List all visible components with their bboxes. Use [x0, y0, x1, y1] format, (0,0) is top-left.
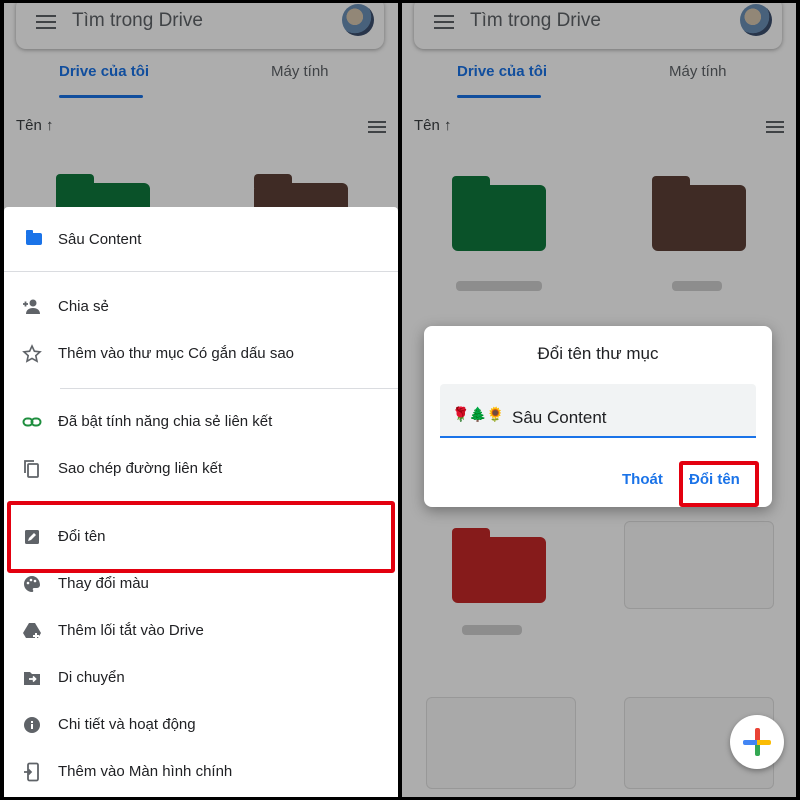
cancel-button[interactable]: Thoát	[622, 471, 663, 488]
menu-item-details[interactable]: Chi tiết và hoạt động	[4, 703, 398, 747]
rename-folder-dialog: Đổi tên thư mục 🌹🌲🌻 Sâu Content Thoát Đổ…	[424, 326, 772, 507]
rename-highlight-box	[7, 501, 395, 573]
add-to-home-icon	[22, 762, 42, 782]
folder-name-input[interactable]: 🌹🌲🌻 Sâu Content	[440, 384, 756, 438]
menu-item-add-home[interactable]: Thêm vào Màn hình chính	[4, 750, 398, 794]
plus-icon-bar	[743, 740, 771, 745]
bottom-sheet-menu: Sâu Content Chia sẻ Thêm vào thư mục Có …	[4, 207, 398, 797]
menu-item-link-sharing[interactable]: Đã bật tính năng chia sẻ liên kết	[4, 400, 398, 444]
sheet-header: Sâu Content	[4, 207, 398, 269]
menu-item-star[interactable]: Thêm vào thư mục Có gắn dấu sao	[4, 332, 398, 376]
move-icon	[22, 668, 42, 688]
divider	[60, 388, 398, 389]
menu-item-label: Đã bật tính năng chia sẻ liên kết	[58, 413, 273, 430]
menu-item-label: Thêm vào thư mục Có gắn dấu sao	[58, 345, 295, 362]
folder-icon	[26, 230, 42, 245]
menu-item-label: Di chuyển	[58, 669, 125, 686]
menu-item-move[interactable]: Di chuyển	[4, 656, 398, 700]
menu-item-label: Thay đổi màu	[58, 575, 149, 592]
menu-item-label: Chia sẻ	[58, 298, 109, 315]
divider	[4, 271, 398, 272]
menu-item-add-shortcut[interactable]: Thêm lối tắt vào Drive	[4, 609, 398, 653]
person-add-icon	[22, 297, 42, 317]
palette-icon	[22, 574, 42, 594]
menu-item-label: Sao chép đường liên kết	[58, 460, 223, 477]
right-screen: Tìm trong Drive Drive của tôi Máy tính T…	[402, 3, 796, 797]
dialog-title: Đổi tên thư mục	[537, 344, 659, 363]
folder-name-value: Sâu Content	[512, 408, 607, 427]
emoji-prefix: 🌹🌲🌻	[452, 406, 505, 422]
link-icon	[22, 412, 42, 432]
new-button[interactable]	[730, 715, 784, 769]
menu-item-share[interactable]: Chia sẻ	[4, 285, 398, 329]
star-icon	[22, 344, 42, 364]
left-screen: Tìm trong Drive Drive của tôi Máy tính T…	[4, 3, 398, 797]
rename-button-highlight-box	[679, 461, 759, 507]
menu-item-label: Chi tiết và hoạt động	[58, 716, 196, 733]
sheet-title: Sâu Content	[58, 231, 142, 248]
menu-item-label: Thêm vào Màn hình chính	[58, 763, 233, 780]
info-icon	[22, 715, 42, 735]
menu-item-label: Thêm lối tắt vào Drive	[58, 622, 204, 639]
menu-item-copy-link[interactable]: Sao chép đường liên kết	[4, 447, 398, 491]
copy-icon	[22, 459, 42, 479]
drive-shortcut-icon	[22, 621, 42, 641]
